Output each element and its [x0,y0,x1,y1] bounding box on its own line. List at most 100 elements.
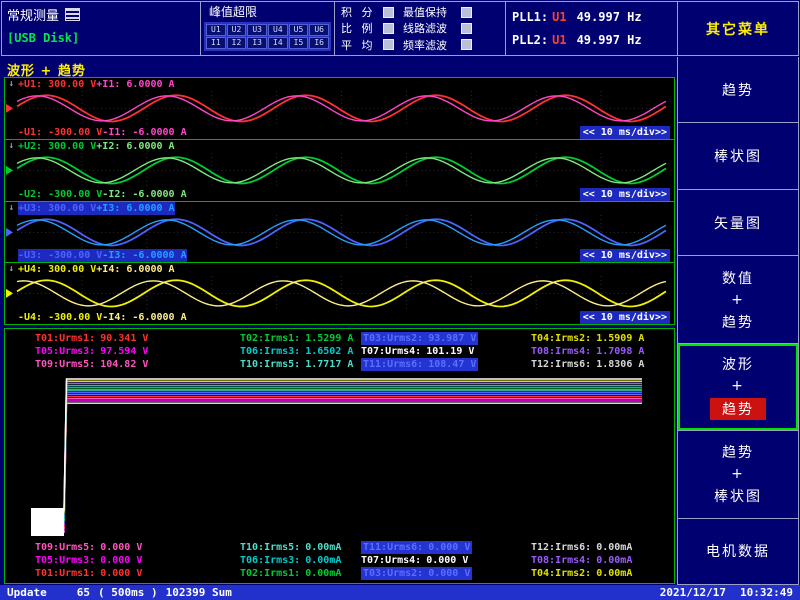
waveform-panel: ↓+U1: 300.00 V+I1: 6.0000 A-U1: -300.00 … [4,77,675,325]
freq-filter-checkbox[interactable] [461,39,472,50]
trend-cell: T12:Irms6:1.8306 A [531,358,674,371]
time-div-label: << 10 ms/div>> [580,311,670,324]
pll2-source: U1 [552,33,566,47]
pll2-frequency: 49.997 Hz [577,33,642,47]
peak-indicator-i2: I2 [227,37,247,49]
trend-cell: T12:Irms6:0.00mA [531,541,674,554]
peak-indicator-u3: U3 [247,24,267,36]
trend-item-label: T03:Urms2: [363,333,423,344]
integral-checkbox[interactable] [383,7,394,18]
waveform-label-row: ↓+U1: 300.00 V+I1: 6.0000 A [5,78,674,91]
max-hold-label: 最值保持 [403,4,461,20]
sidebar-item-waveform-trend[interactable]: 波形+趋势 [678,344,798,431]
i-neg-scale-label: -I2: -6.0000 A [102,188,186,201]
ratio-checkbox[interactable] [383,23,394,34]
peak-indicator-i4: I4 [268,37,288,49]
toggle-row: 比 例 线路滤波 [341,20,499,36]
waveform-label-row: -U3: -300.00 V-I3: -6.0000 A<< 10 ms/div… [5,249,674,262]
trend-item-value: 0.00mA [596,555,632,566]
sidebar-item-trend[interactable]: 趋势 [678,57,798,123]
average-checkbox[interactable] [383,39,394,50]
u-neg-scale-label: -U4: -300.00 V [18,311,102,324]
trend-cell: T01:Urms1:90.341 V [35,332,240,345]
trend-cell-text: T05:Urms3:97.594 V [35,345,148,358]
sidebar-item-trend-bar-chart[interactable]: 趋势+棒状图 [678,431,798,518]
trend-item-label: T08:Irms4: [531,555,591,566]
peak-overlimit-title: 峰值超限 [201,2,334,20]
waveform-area [5,215,674,250]
waveform-area [5,91,674,126]
peak-indicator-u5: U5 [289,24,309,36]
u-scale-label: +U2: 300.00 V [18,140,96,153]
trend-cell: T03:Urms2:93.987 V [361,332,531,345]
trend-item-value: 1.6502 A [305,346,353,357]
trend-cell-text: T12:Irms6:1.8306 A [531,358,644,371]
trend-cell-text: T02:Irms1:1.5299 A [240,332,353,345]
sidebar-item-vector-diagram[interactable]: 矢量图 [678,190,798,256]
marker-down-icon: ↓ [5,140,18,153]
trend-cell-text: T06:Irms3: 0.00mA [240,554,341,567]
sidebar-item-bar-chart[interactable]: 棒状图 [678,123,798,189]
line-filter-label: 线路滤波 [403,20,461,36]
sidebar-item-label: 矢量图 [714,213,762,233]
u-scale-label: +U1: 300.00 V [18,78,96,91]
trend-cell: T04:Irms2:0.00mA [531,567,674,580]
usb-disk-label: [USB Disk] [2,24,200,45]
sidebar-item-numeric-trend[interactable]: 数值+趋势 [678,256,798,343]
trend-cell: T11:Urms6:0.000 V [361,541,531,554]
measure-mode-box: 常规测量 [USB Disk] [1,1,201,56]
trend-item-label: T02:Irms1: [240,568,300,579]
trend-cell: T10:Irms5:1.7717 A [240,358,361,371]
trend-item-label: T10:Irms5: [240,359,300,370]
trend-cell-text: T03:Urms2:93.987 V [361,332,478,345]
sidebar-item-label: 棒状图 [714,146,762,166]
i-scale-label: +I3: 6.0000 A [96,202,174,215]
peak-indicator-u6: U6 [309,24,329,36]
waveform-label-row: ↓+U2: 300.00 V+I2: 6.0000 A [5,140,674,153]
trend-cell-text: T09:Urms5: 0.000 V [35,541,142,554]
trend-cell-text: T04:Irms2:0.00mA [531,567,632,580]
sidebar-item-label: 数值 [722,268,754,288]
trend-item-label: T07:Urms4: [361,555,421,566]
sidebar-item-motor-data[interactable]: 电机数据 [678,519,798,585]
trend-item-value: 0.000 V [428,568,470,579]
sidebar-item-label: + [731,466,745,482]
sidebar-item-label: + [731,378,745,394]
trend-cell-text: T09:Urms5:104.82 V [35,358,148,371]
trend-cell-text: T07:Urms4:0.000 V [361,554,468,567]
zero-position-marker-icon [6,289,13,298]
trend-item-label: T06:Irms3: [240,555,300,566]
trend-item-value: 101.19 V [426,346,474,357]
trend-cell: T10:Irms5:0.00mA [240,541,361,554]
sidebar-item-label: 趋势 [722,312,754,332]
trend-label-row: T09:Urms5:104.82 V T10:Irms5:1.7717 AT11:… [5,358,674,371]
trend-cell: T09:Urms5: 0.000 V [35,541,240,554]
max-hold-checkbox[interactable] [461,7,472,18]
trend-cell-text: T06:Irms3:1.6502 A [240,345,353,358]
trend-cell: T07:Urms4:101.19 V [361,345,531,358]
trend-item-value: 0.00mA [305,555,341,566]
zero-position-marker-icon [6,104,13,113]
trend-item-label: T09:Urms5: [35,542,95,553]
waveform-channel-4: ↓+U4: 300.00 V+I4: 6.0000 A-U4: -300.00 … [5,262,674,324]
trend-item-value: 0.000 V [100,542,142,553]
trend-cell: T11:Urms6:108.47 V [361,358,531,371]
trend-item-label: T05:Urms3: [35,346,95,357]
trend-item-value: 1.5909 A [596,333,644,344]
status-date: 2021/12/17 [660,586,726,599]
ratio-label: 比 例 [341,20,383,36]
status-bar: Update 65 ( 500ms ) 102399 Sum 2021/12/1… [0,585,800,600]
i-neg-scale-label: -I3: -6.0000 A [102,249,186,262]
trend-cell: T08:Irms4:1.7098 A [531,345,674,358]
trend-cell-text: T11:Urms6:0.000 V [361,541,472,554]
pll-row: PLL2:U149.997 Hz [512,33,671,47]
waveform-plot-2 [5,153,674,188]
trend-item-value: 0.000 V [100,568,142,579]
trend-cell-text: T10:Irms5:0.00mA [240,541,341,554]
trend-cell-text: T08:Irms4: 0.00mA [531,554,632,567]
sidebar-item-label: 波形 [722,354,754,374]
trend-item-label: T03:Urms2: [363,568,423,579]
waveform-channel-3: ↓+U3: 300.00 V+I3: 6.0000 A-U3: -300.00 … [5,201,674,263]
line-filter-checkbox[interactable] [461,23,472,34]
mode-title: 常规测量 [7,5,59,24]
